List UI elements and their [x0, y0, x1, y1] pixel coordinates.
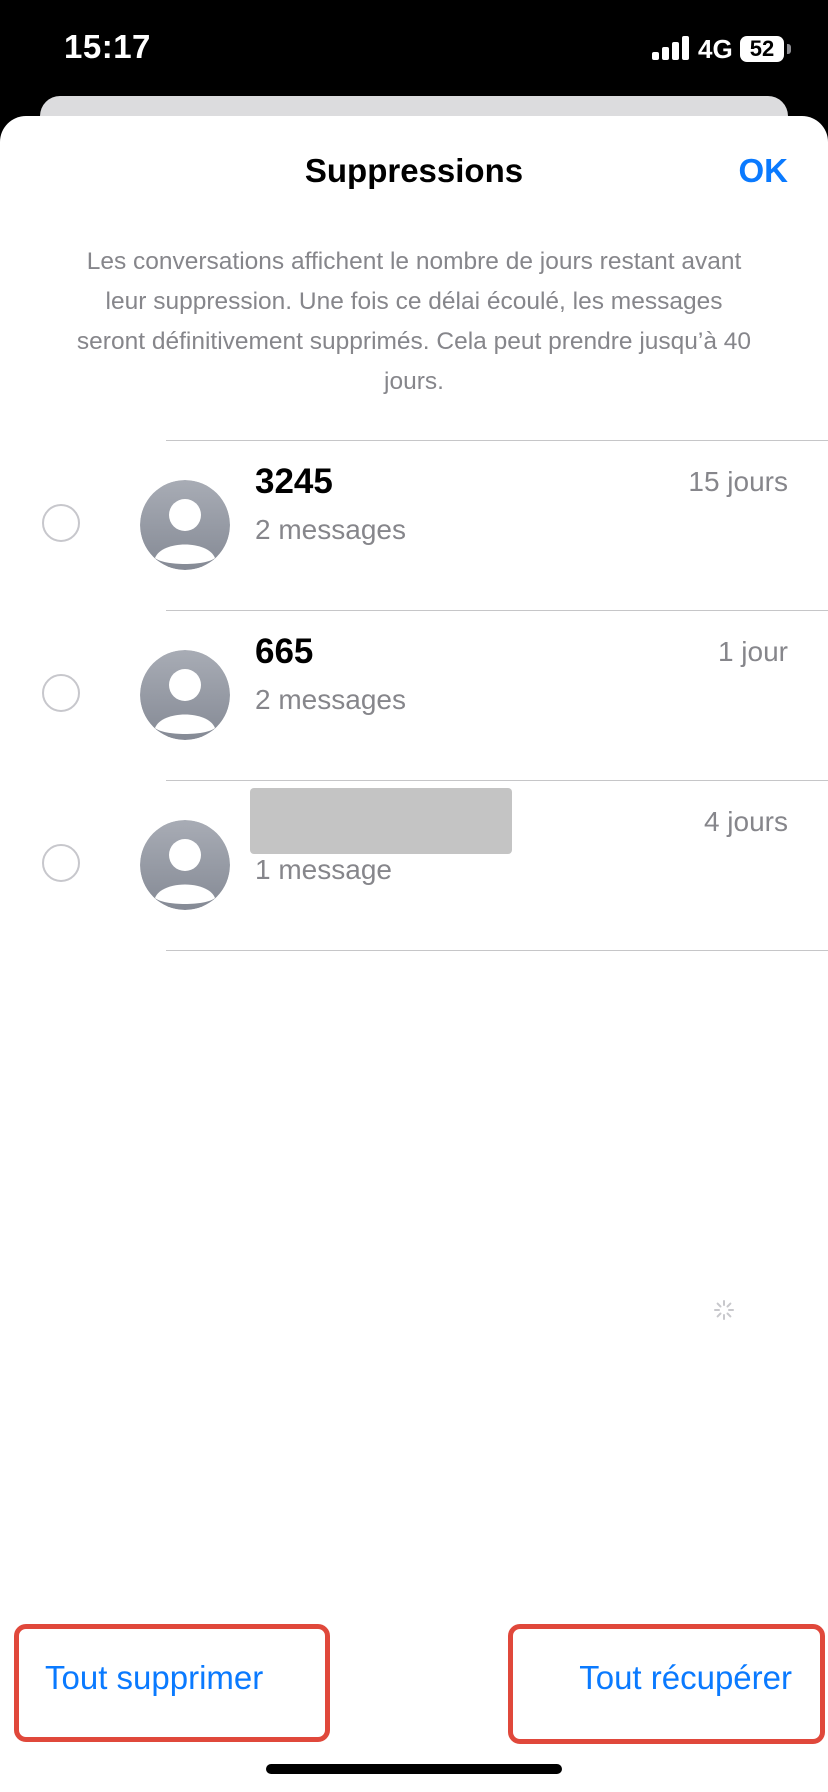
message-count: 2 messages — [255, 684, 406, 715]
conversation-row[interactable]: 3245 2 messages 15 jours — [0, 440, 828, 610]
signal-icon — [652, 36, 692, 60]
network-label: 4G — [698, 34, 733, 64]
contact-name: 3245 — [255, 462, 333, 501]
ok-button[interactable]: OK — [739, 152, 789, 190]
spinner-icon — [714, 1300, 734, 1320]
home-indicator — [266, 1764, 562, 1774]
list-end-separator — [166, 950, 828, 951]
deleted-messages-sheet: Suppressions OK Les conversations affich… — [0, 116, 828, 1792]
row-separator — [166, 780, 828, 781]
days-remaining: 15 jours — [688, 466, 788, 497]
person-icon — [140, 820, 230, 910]
select-circle-icon[interactable] — [42, 844, 80, 882]
info-text: Les conversations affichent le nombre de… — [76, 248, 752, 395]
battery-cap — [787, 44, 791, 54]
conversation-row[interactable]: 665 2 messages 1 jour — [0, 610, 828, 780]
conversation-list: 3245 2 messages 15 jours 665 2 messages … — [0, 440, 828, 951]
row-separator — [166, 440, 828, 441]
conversation-row[interactable]: 1 message 4 jours — [0, 780, 828, 950]
days-remaining: 4 jours — [703, 806, 788, 837]
select-circle-icon[interactable] — [42, 504, 80, 542]
message-count: 2 messages — [255, 514, 406, 545]
person-icon — [140, 650, 230, 740]
person-icon — [140, 480, 230, 570]
status-time: 15:17 — [64, 28, 151, 65]
contact-name: 665 — [255, 632, 314, 671]
select-circle-icon[interactable] — [42, 674, 80, 712]
delete-all-button[interactable]: Tout supprimer — [14, 1624, 330, 1742]
sheet-title: Suppressions — [304, 152, 524, 189]
days-remaining: 1 jour — [717, 636, 788, 667]
row-separator — [166, 610, 828, 611]
redacted-contact-name — [250, 788, 512, 854]
status-bar: 15:17 4G 52 — [0, 0, 828, 96]
recover-all-button[interactable]: Tout récupérer — [508, 1624, 825, 1744]
message-count: 1 message — [255, 854, 392, 885]
battery-icon: 52 — [740, 36, 784, 62]
